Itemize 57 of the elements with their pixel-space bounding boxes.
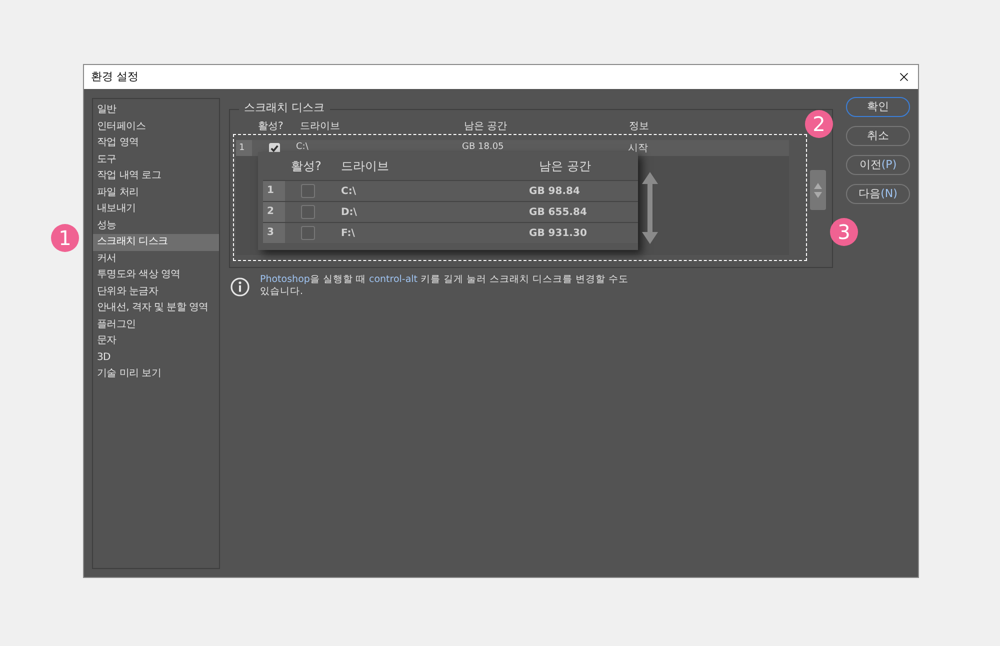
scroll-up-icon[interactable] — [814, 182, 822, 188]
sidebar-item[interactable]: 문자 — [93, 333, 219, 350]
row-number: 1 — [236, 140, 252, 156]
checkbox[interactable] — [301, 226, 315, 240]
sidebar-item[interactable]: 커서 — [93, 250, 219, 267]
callout-badge: 1 — [51, 224, 79, 252]
sidebar-item[interactable]: 작업 영역 — [93, 135, 219, 152]
sidebar-item[interactable]: 단위와 눈금자 — [93, 284, 219, 300]
column-header: 활성? — [291, 158, 322, 175]
checkbox[interactable] — [301, 205, 315, 219]
sidebar-item[interactable]: 내보내기 — [93, 201, 219, 218]
sidebar-item[interactable]: 스크래치 디스크 — [93, 234, 219, 250]
table-cell-text: F:\ — [340, 226, 356, 240]
sidebar-item[interactable]: 플러그인 — [93, 316, 219, 333]
sidebar-item[interactable]: 투명도와 색상 영역 — [93, 267, 219, 284]
table-row[interactable]: 3 F:\ GB 931.30 — [263, 222, 638, 243]
sidebar-item[interactable]: 일반 — [93, 102, 219, 118]
column-header: 드라이브 — [300, 121, 341, 133]
column-header: 남은 공간 — [464, 121, 508, 133]
sidebar-item[interactable]: 기술 미리 보기 — [93, 366, 219, 382]
table-cell-text: GB 18.05 — [462, 141, 505, 154]
close-icon[interactable] — [897, 70, 911, 84]
table-cell-text: D:\ — [340, 206, 358, 220]
table-cell-text: C:\ — [340, 184, 357, 198]
info-icon — [230, 277, 250, 297]
row-number: 2 — [263, 202, 285, 222]
dialog-button[interactable]: 확인 — [846, 97, 910, 117]
column-header: 드라이브 — [341, 158, 390, 175]
table-cell-text: 시작 — [628, 142, 649, 156]
sidebar-item[interactable]: 성능 — [93, 218, 219, 234]
dialog-button[interactable]: 이전(P) — [846, 155, 910, 175]
group-title: 스크래치 디스크 — [239, 101, 330, 115]
info-text: Photoshop을 실행할 때 control-alt 키를 길게 눌러 스크래치 디스크를 변경할 수도 있습니다. — [260, 274, 630, 298]
double-arrow-icon — [642, 172, 658, 244]
table-row[interactable]: 1 C:\ GB 98.84 — [263, 180, 638, 201]
row-number: 1 — [263, 181, 285, 201]
column-header: 남은 공간 — [539, 158, 592, 175]
checkbox[interactable] — [301, 184, 315, 198]
dialog-button[interactable]: 취소 — [846, 126, 910, 146]
table-cell-text: C:\ — [296, 141, 310, 154]
table-row[interactable]: 2 D:\ GB 655.84 — [263, 201, 638, 222]
column-header: 활성? — [258, 121, 284, 133]
sidebar-item[interactable]: 파일 처리 — [93, 184, 219, 201]
scroll-down-icon[interactable] — [814, 192, 822, 198]
table-cell-text: GB 655.84 — [529, 206, 588, 220]
sidebar-item[interactable]: 인터페이스 — [93, 118, 219, 135]
table-cell-text: GB 931.30 — [529, 226, 588, 240]
column-header: 정보 — [629, 121, 650, 133]
sidebar-item[interactable]: 작업 내역 로그 — [93, 168, 219, 184]
sidebar-item[interactable]: 안내선, 격자 및 분할 영역 — [93, 300, 219, 316]
sidebar-item[interactable]: 3D — [93, 350, 219, 366]
table-cell-text: GB 98.84 — [529, 184, 581, 198]
dialog-button[interactable]: 다음(N) — [846, 184, 910, 204]
checkmark-icon — [270, 144, 278, 152]
sidebar-item[interactable]: 도구 — [93, 152, 219, 168]
window-title: 환경 설정 — [91, 68, 138, 85]
row-number: 3 — [263, 223, 285, 243]
